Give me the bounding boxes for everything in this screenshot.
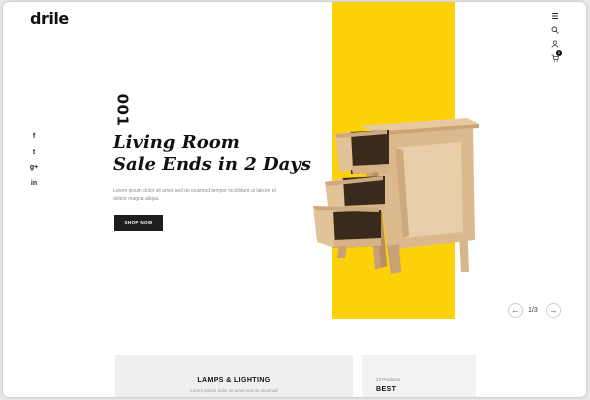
cabinet-image: [313, 118, 479, 274]
category-card-best[interactable]: 23 Products BEST: [362, 355, 476, 397]
search-icon[interactable]: [551, 26, 561, 36]
facebook-icon[interactable]: f: [29, 133, 39, 149]
category-card-lamps[interactable]: LAMPS & LIGHTING Lorem ipsum dolor sit a…: [115, 355, 353, 397]
menu-icon[interactable]: [551, 12, 561, 22]
hero-description: Lorem ipsum dolor sit amet sed do eiusmo…: [113, 188, 276, 202]
hero-title: Living Room Sale Ends in 2 Days: [113, 132, 313, 176]
slide-counter: 1/3: [528, 307, 538, 314]
twitter-icon[interactable]: t: [29, 149, 39, 165]
header-icons: 0: [551, 12, 565, 68]
cart-count-badge: 0: [556, 50, 562, 56]
logo[interactable]: drile: [30, 9, 69, 28]
product-count: 23 Products: [376, 377, 401, 382]
slider-prev-button[interactable]: ←: [508, 303, 523, 318]
category-card-title: LAMPS & LIGHTING: [197, 377, 271, 384]
category-card-subtitle: Lorem ipsum dolor sit amet sed do eiusmo…: [190, 388, 278, 393]
social-links: f t g+ in: [29, 133, 39, 195]
slide-number: 001: [113, 93, 132, 127]
linkedin-icon[interactable]: in: [29, 180, 39, 196]
page-frame: drile 0 f t g+ in 001 Living Room Sale E…: [3, 2, 586, 397]
hero-title-line1: Living Room: [113, 132, 240, 153]
slider-next-button[interactable]: →: [546, 303, 561, 318]
category-card-title: BEST: [376, 386, 397, 393]
user-icon[interactable]: [551, 40, 561, 50]
hero-title-line2: Sale Ends in 2 Days: [113, 154, 311, 175]
cart-icon[interactable]: 0: [551, 50, 562, 64]
shop-now-button[interactable]: SHOP NOW: [114, 215, 163, 231]
google-plus-icon[interactable]: g+: [29, 164, 39, 180]
